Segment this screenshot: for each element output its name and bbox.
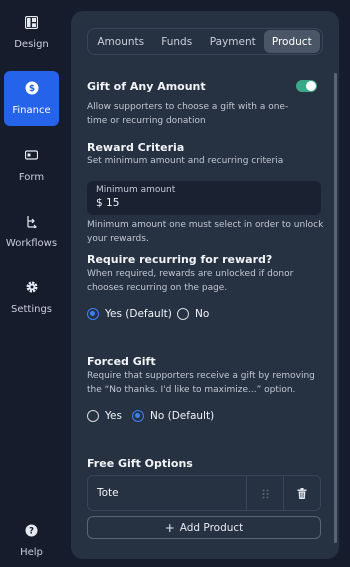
- radio-label: No (Default): [150, 410, 215, 422]
- radio-button-checked[interactable]: [87, 308, 99, 320]
- radio-label: Yes (Default): [105, 308, 172, 320]
- question-circle-icon: ?: [25, 523, 39, 537]
- minimum-amount-field[interactable]: Minimum amount $ 15: [87, 181, 321, 215]
- radio-label: Yes: [105, 410, 122, 422]
- sidebar-item-label: Design: [14, 39, 49, 50]
- minimum-amount-value: $ 15: [96, 197, 120, 209]
- sidebar-item-help[interactable]: ? Help: [4, 513, 59, 567]
- radio-forced-no[interactable]: No (Default): [132, 410, 214, 422]
- radio-button[interactable]: [177, 308, 189, 320]
- minimum-amount-help: Minimum amount one must select in order …: [87, 220, 324, 244]
- drag-handle-icon: [262, 484, 269, 503]
- forced-gift-title: Forced Gift: [87, 355, 156, 368]
- sidebar-item-label: Help: [20, 547, 43, 558]
- require-recurring-title: Require recurring for reward?: [87, 253, 273, 266]
- radio-recurring-yes[interactable]: Yes (Default): [87, 308, 172, 320]
- add-product-label: Add Product: [179, 521, 244, 534]
- delete-gift-button[interactable]: [283, 476, 320, 510]
- svg-text:?: ?: [29, 526, 34, 536]
- gift-item-row: Tote: [87, 475, 321, 511]
- sidebar-item-label: Workflows: [5, 238, 58, 249]
- radio-button-checked[interactable]: [132, 410, 144, 422]
- radio-forced-yes[interactable]: Yes: [87, 410, 122, 422]
- dollar-circle-icon: $: [25, 81, 39, 95]
- radio-button[interactable]: [87, 410, 99, 422]
- gear-icon: [25, 280, 39, 294]
- minimum-amount-label: Minimum amount: [96, 185, 176, 195]
- sidebar: Design $ Finance Form Workflows Settings…: [0, 0, 62, 567]
- drag-handle[interactable]: [246, 476, 283, 510]
- add-product-button[interactable]: + Add Product: [87, 516, 321, 539]
- layout-icon: [25, 15, 39, 29]
- trash-icon: [297, 484, 307, 503]
- gift-any-amount-toggle[interactable]: [296, 80, 317, 92]
- radio-label: No: [195, 308, 210, 320]
- sidebar-item-label: Form: [18, 172, 45, 183]
- svg-text:$: $: [28, 84, 34, 94]
- sidebar-item-form[interactable]: Form: [4, 138, 59, 193]
- scrollbar[interactable]: [334, 73, 337, 543]
- product-settings-panel: Amounts Funds Payment Product Gift of An…: [71, 11, 339, 559]
- tab-amounts[interactable]: Amounts: [90, 30, 151, 53]
- tab-funds[interactable]: Funds: [151, 30, 202, 53]
- radio-recurring-no[interactable]: No: [177, 308, 209, 320]
- tab-bar: Amounts Funds Payment Product: [87, 28, 323, 55]
- sidebar-item-settings[interactable]: Settings: [4, 270, 59, 325]
- reward-criteria-title: Reward Criteria: [87, 141, 185, 154]
- require-recurring-description: When required, rewards are unlocked if d…: [87, 269, 294, 293]
- form-field-icon: [25, 148, 39, 162]
- tab-product[interactable]: Product: [263, 30, 321, 53]
- sidebar-item-finance[interactable]: $ Finance: [4, 71, 59, 126]
- workflow-icon: [25, 214, 39, 228]
- sidebar-item-label: Settings: [10, 304, 52, 315]
- gift-any-amount-description: Allow supporters to choose a gift with a…: [87, 102, 289, 126]
- reward-criteria-subtitle: Set minimum amount and recurring criteri…: [87, 156, 284, 166]
- gift-item-name: Tote: [97, 487, 119, 499]
- sidebar-item-workflows[interactable]: Workflows: [4, 204, 59, 259]
- sidebar-item-label: Finance: [12, 105, 51, 116]
- forced-gift-description: Require that supporters receive a gift b…: [87, 371, 315, 395]
- gift-any-amount-title: Gift of Any Amount: [87, 80, 206, 93]
- toggle-knob: [306, 81, 316, 91]
- tab-payment[interactable]: Payment: [202, 30, 263, 53]
- free-gift-options-title: Free Gift Options: [87, 457, 193, 470]
- plus-icon: +: [164, 520, 175, 535]
- sidebar-item-design[interactable]: Design: [4, 5, 59, 60]
